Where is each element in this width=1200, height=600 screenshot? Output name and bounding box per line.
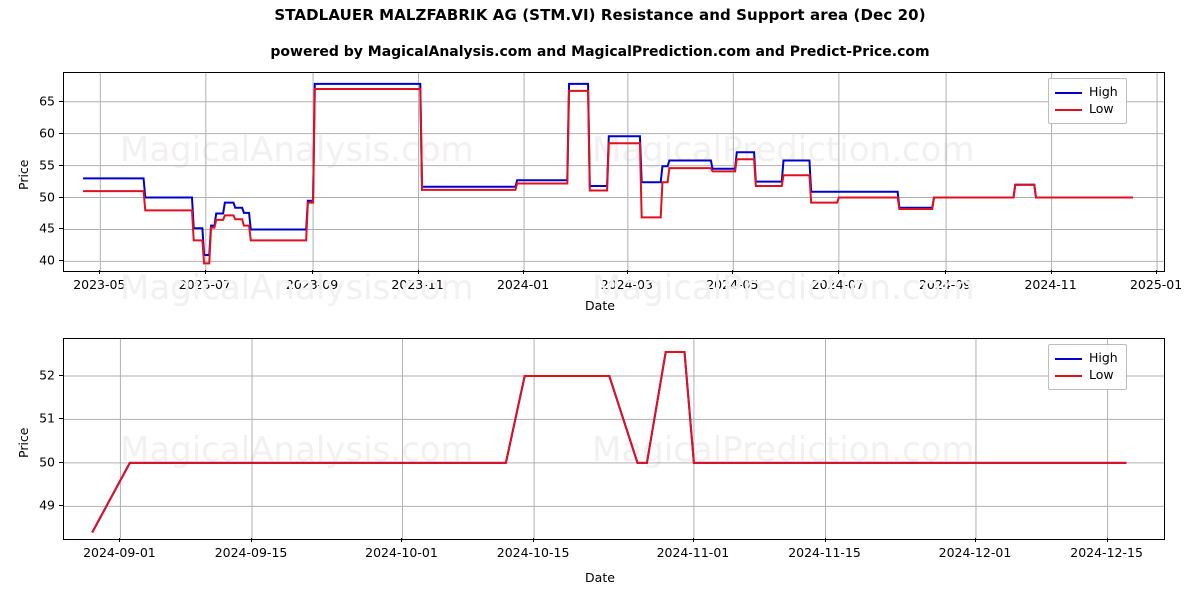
x-tick-label: 2024-10-01 xyxy=(365,545,438,560)
series-canvas-bottom xyxy=(64,339,1164,539)
x-tick-label: 2024-12-15 xyxy=(1070,545,1143,560)
x-tick-label: 2024-07 xyxy=(811,277,864,292)
x-tick-label: 2024-11-01 xyxy=(656,545,730,560)
x-axis-title-bottom: Date xyxy=(585,570,615,585)
y-tick-mark xyxy=(59,196,63,198)
legend-label-low: Low xyxy=(1089,367,1114,383)
x-tick-mark xyxy=(1050,270,1052,274)
plot-area-bottom xyxy=(63,338,1165,540)
x-tick-label: 2023-05 xyxy=(73,277,126,292)
legend-swatch-high-icon xyxy=(1055,91,1082,94)
page-title: STADLAUER MALZFABRIK AG (STM.VI) Resista… xyxy=(274,6,926,24)
legend-item-low[interactable]: Low xyxy=(1055,101,1118,118)
legend-label-high: High xyxy=(1089,350,1118,366)
x-tick-mark xyxy=(312,270,314,274)
legend-item-high[interactable]: High xyxy=(1055,84,1118,101)
chart-page: STADLAUER MALZFABRIK AG (STM.VI) Resista… xyxy=(0,0,1200,600)
x-tick-mark xyxy=(837,270,839,274)
x-tick-mark xyxy=(417,270,419,274)
y-tick-label: 45 xyxy=(39,220,55,236)
x-tick-label: 2024-12-01 xyxy=(938,545,1012,560)
resistance-support-chart-bottom: MagicalAnalysis.com MagicalPrediction.co… xyxy=(0,330,1200,600)
y-tick-mark xyxy=(59,100,63,102)
x-tick-mark xyxy=(251,538,253,542)
y-tick-mark xyxy=(59,418,63,420)
x-tick-mark xyxy=(119,538,121,542)
x-tick-mark xyxy=(401,538,403,542)
x-tick-mark xyxy=(824,538,826,542)
x-tick-label: 2024-09 xyxy=(918,277,972,292)
x-tick-mark xyxy=(974,538,976,542)
page-subtitle: powered by MagicalAnalysis.com and Magic… xyxy=(270,44,930,60)
x-tick-mark xyxy=(626,270,628,274)
y-tick-mark xyxy=(59,374,63,376)
x-tick-mark xyxy=(692,538,694,542)
y-tick-label: 52 xyxy=(39,367,55,383)
y-tick-label: 60 xyxy=(39,125,55,141)
x-tick-mark xyxy=(99,270,101,274)
y-tick-label: 55 xyxy=(39,157,55,173)
y-tick-label: 50 xyxy=(39,454,55,470)
legend-item-high[interactable]: High xyxy=(1055,350,1118,367)
plot-area-top xyxy=(63,72,1165,272)
x-axis-title-top: Date xyxy=(585,298,615,313)
legend-swatch-low-icon xyxy=(1055,374,1082,377)
x-tick-label: 2025-01 xyxy=(1129,277,1183,292)
x-tick-label: 2024-09-15 xyxy=(214,545,288,560)
x-tick-mark xyxy=(533,538,535,542)
x-tick-mark xyxy=(204,270,206,274)
legend-swatch-high-icon xyxy=(1055,357,1082,360)
x-tick-label: 2024-09-01 xyxy=(83,545,156,560)
y-tick-mark xyxy=(59,260,63,262)
legend-swatch-low-icon xyxy=(1055,108,1082,111)
y-tick-mark xyxy=(59,461,63,463)
x-tick-label: 2024-05 xyxy=(706,277,759,292)
x-tick-label: 2024-10-15 xyxy=(496,545,570,560)
y-tick-mark xyxy=(59,132,63,134)
x-tick-mark xyxy=(1156,270,1158,274)
x-tick-label: 2023-09 xyxy=(285,277,339,292)
x-tick-mark xyxy=(1106,538,1108,542)
series-canvas-top xyxy=(64,73,1164,271)
x-tick-label: 2024-01 xyxy=(496,277,550,292)
legend-top[interactable]: High Low xyxy=(1048,78,1127,124)
x-tick-mark xyxy=(523,270,525,274)
y-tick-label: 49 xyxy=(39,497,55,513)
x-tick-label: 2023-11 xyxy=(391,277,444,292)
y-tick-mark xyxy=(59,505,63,507)
y-tick-label: 40 xyxy=(39,252,55,268)
y-tick-label: 50 xyxy=(39,189,55,205)
y-tick-label: 51 xyxy=(39,410,55,426)
legend-item-low[interactable]: Low xyxy=(1055,367,1118,384)
y-tick-mark xyxy=(59,228,63,230)
x-tick-mark xyxy=(945,270,947,274)
x-tick-label: 2024-11 xyxy=(1024,277,1077,292)
resistance-support-chart-top: MagicalAnalysis.com MagicalPrediction.co… xyxy=(0,62,1200,320)
x-tick-label: 2024-11-15 xyxy=(788,545,861,560)
y-tick-label: 65 xyxy=(39,93,55,109)
legend-bottom[interactable]: High Low xyxy=(1048,344,1127,390)
y-tick-mark xyxy=(59,164,63,166)
x-tick-label: 2023-07 xyxy=(178,277,231,292)
x-tick-mark xyxy=(732,270,734,274)
x-tick-label: 2024-03 xyxy=(600,277,653,292)
legend-label-low: Low xyxy=(1089,101,1114,117)
legend-label-high: High xyxy=(1089,84,1118,100)
